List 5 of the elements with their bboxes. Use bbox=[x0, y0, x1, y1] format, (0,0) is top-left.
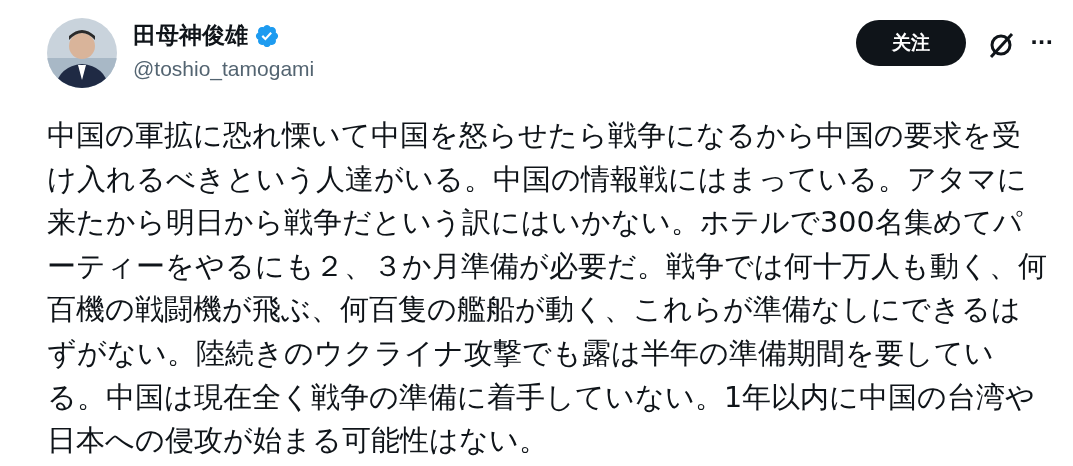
author-name[interactable]: 田母神俊雄 bbox=[133, 20, 248, 51]
follow-button[interactable]: 关注 bbox=[856, 20, 967, 66]
author-handle[interactable]: @toshio_tamogami bbox=[133, 57, 857, 81]
post-text: 中国の軍拡に恐れ慄いて中国を怒らせたら戦争になるから中国の要求を受け入れるべきという人達がいる。中国の情報戦にはまっている。アタマに来たから明日から戦争だという訳にはいかない。ホテルで300名集めてパーティーをやるにも２、３か月準備が必要だ。戦争では何十万人も動く、何百機の戦闘機が飛ぶ、何百隻の艦船が動く、これらが準備なしにできるはずがない。陸続きのウクライナ攻撃でも露は半年の準備期間を要している。中国は現在全く戦争の準備に着手していない。1年以内に中国の台湾や日本への侵攻が始まる可能性はない。 bbox=[47, 117, 1047, 460]
more-button[interactable]: ··· bbox=[1030, 30, 1053, 54]
